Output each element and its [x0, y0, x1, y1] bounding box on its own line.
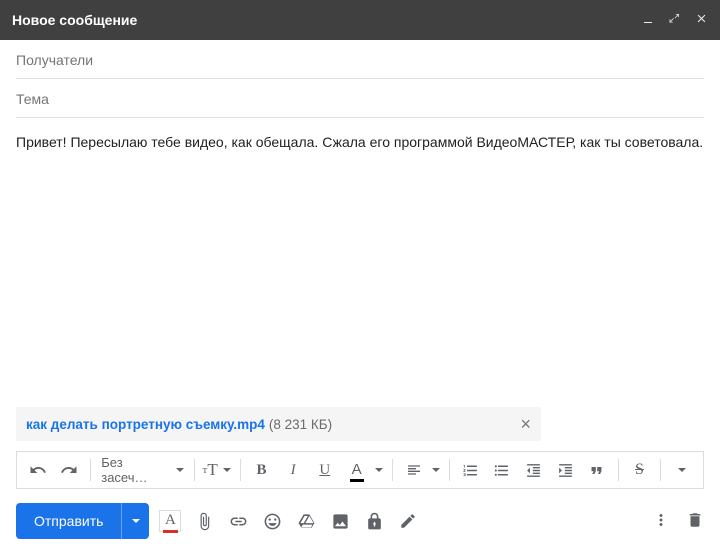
- close-icon[interactable]: [695, 12, 708, 28]
- more-options-button[interactable]: [652, 511, 670, 532]
- attachment-size: (8 231 КБ): [269, 417, 332, 432]
- font-size-select[interactable]: тТ: [201, 455, 234, 485]
- quote-button[interactable]: [582, 455, 612, 485]
- attachment-remove-icon[interactable]: ×: [520, 414, 531, 435]
- body-text: Привет! Пересылаю тебе видео, как обещал…: [16, 134, 703, 150]
- subject-field[interactable]: Тема: [16, 79, 704, 118]
- font-family-select[interactable]: Без засеч…: [97, 455, 187, 485]
- insert-photo-button[interactable]: [329, 510, 351, 532]
- titlebar: Новое сообщение: [0, 0, 720, 40]
- separator: [449, 459, 450, 481]
- bottom-bar: Отправить A: [0, 495, 720, 553]
- font-family-label: Без засеч…: [101, 455, 171, 485]
- send-button[interactable]: Отправить: [16, 503, 121, 539]
- bold-button[interactable]: B: [247, 455, 277, 485]
- bulleted-list-button[interactable]: [487, 455, 517, 485]
- chevron-down-icon: [132, 519, 140, 523]
- text-color-select[interactable]: A: [342, 455, 386, 485]
- separator: [392, 459, 393, 481]
- chevron-down-icon: [375, 468, 383, 472]
- attach-file-button[interactable]: [193, 510, 215, 532]
- chevron-down-icon: [176, 468, 184, 472]
- undo-button[interactable]: [23, 455, 53, 485]
- insert-signature-button[interactable]: [397, 510, 419, 532]
- confidential-mode-button[interactable]: [363, 510, 385, 532]
- separator: [194, 459, 195, 481]
- underline-button[interactable]: U: [310, 455, 340, 485]
- insert-drive-button[interactable]: [295, 510, 317, 532]
- indent-decrease-button[interactable]: [519, 455, 549, 485]
- header-fields: Получатели Тема: [0, 40, 720, 118]
- recipients-field[interactable]: Получатели: [16, 40, 704, 79]
- more-formatting-button[interactable]: [667, 455, 697, 485]
- minimize-icon[interactable]: [642, 12, 654, 28]
- popout-icon[interactable]: [668, 12, 681, 28]
- separator: [618, 459, 619, 481]
- separator: [240, 459, 241, 481]
- attachment-filename: как делать портретную съемку.mp4: [26, 417, 265, 432]
- discard-draft-button[interactable]: [686, 511, 704, 532]
- align-select[interactable]: [399, 455, 443, 485]
- numbered-list-button[interactable]: [456, 455, 486, 485]
- message-body[interactable]: Привет! Пересылаю тебе видео, как обещал…: [0, 118, 720, 407]
- formatting-toolbar: Без засеч… тТ B I U A: [16, 451, 704, 489]
- compose-window: Новое сообщение Получатели Тема Привет! …: [0, 0, 720, 553]
- send-button-group: Отправить: [16, 503, 149, 539]
- indent-increase-button[interactable]: [550, 455, 580, 485]
- insert-link-button[interactable]: [227, 510, 249, 532]
- chevron-down-icon: [678, 468, 686, 472]
- window-title: Новое сообщение: [12, 12, 642, 28]
- chevron-down-icon: [432, 468, 440, 472]
- insert-emoji-button[interactable]: [261, 510, 283, 532]
- chevron-down-icon: [223, 468, 231, 472]
- toggle-formatting-button[interactable]: A: [159, 510, 181, 532]
- italic-button[interactable]: I: [278, 455, 308, 485]
- separator: [660, 459, 661, 481]
- separator: [90, 459, 91, 481]
- attachment-chip[interactable]: как делать портретную съемку.mp4 (8 231 …: [16, 407, 541, 441]
- strikethrough-button[interactable]: S: [625, 455, 655, 485]
- redo-button[interactable]: [55, 455, 85, 485]
- send-options-button[interactable]: [121, 503, 149, 539]
